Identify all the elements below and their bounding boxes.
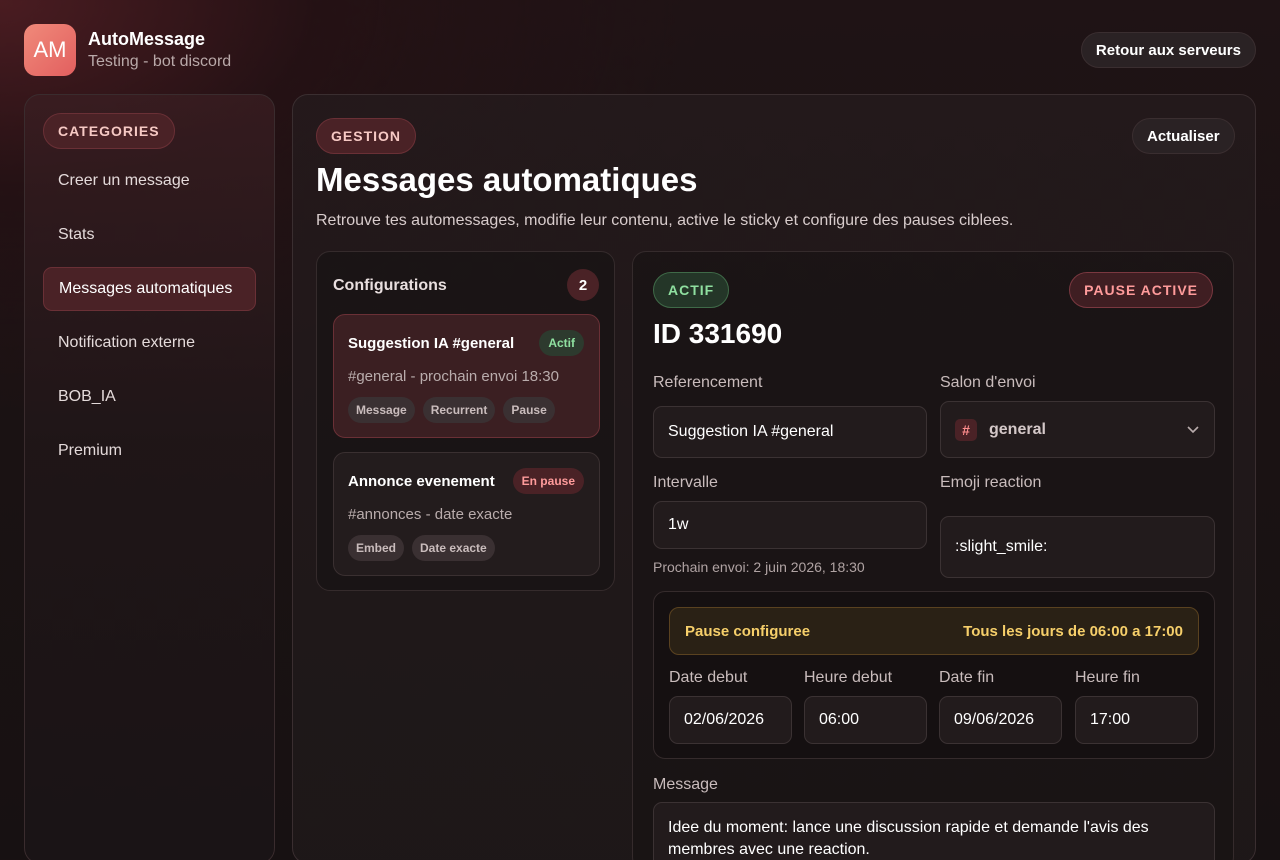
date-fin-label: Date fin	[939, 669, 995, 686]
referencement-input[interactable]: Suggestion IA #general	[653, 406, 927, 458]
heure-debut-input[interactable]: 06:00	[804, 696, 927, 744]
app-identity: AutoMessage Testing - bot discord	[88, 29, 231, 71]
categories-label: CATEGORIES	[43, 113, 175, 149]
sidebar-item-stats[interactable]: Stats	[43, 213, 256, 257]
intervalle-input[interactable]: 1w	[653, 501, 927, 549]
tag: Recurrent	[422, 397, 496, 423]
tag: Date exacte	[412, 535, 495, 561]
config-tags: Message Recurrent Pause	[348, 397, 555, 423]
config-item-suggestion-ia[interactable]: Suggestion IA #general Actif #general - …	[333, 314, 600, 438]
config-item-annonce-evenement[interactable]: Annonce evenement En pause #annonces - d…	[333, 452, 600, 576]
pause-banner: Pause configuree Tous les jours de 06:00…	[669, 607, 1199, 655]
refresh-button[interactable]: Actualiser	[1132, 118, 1235, 154]
salon-label: Salon d'envoi	[940, 374, 1036, 391]
config-id: ID 331690	[653, 318, 783, 349]
emoji-label: Emoji reaction	[940, 474, 1042, 491]
message-textarea[interactable]: Idee du moment: lance une discussion rap…	[653, 802, 1215, 860]
config-meta: #annonces - date exacte	[348, 506, 513, 523]
config-tags: Embed Date exacte	[348, 535, 495, 561]
sidebar-item-bob-ia[interactable]: BOB_IA	[43, 375, 256, 419]
config-name: Annonce evenement	[348, 473, 495, 490]
pause-config-box: Pause configuree Tous les jours de 06:00…	[653, 591, 1215, 759]
referencement-label: Referencement	[653, 374, 763, 391]
configurations-title: Configurations	[333, 277, 447, 294]
sidebar-item-creer-message[interactable]: Creer un message	[43, 159, 256, 203]
config-status-badge: En pause	[512, 468, 584, 494]
status-badge: ACTIF	[653, 272, 730, 308]
back-to-servers-button[interactable]: Retour aux serveurs	[1080, 32, 1256, 68]
date-debut-label: Date debut	[669, 669, 748, 686]
sidebar-item-premium[interactable]: Premium	[43, 429, 256, 473]
tag: Pause	[503, 397, 555, 423]
app-subtitle: Testing - bot discord	[88, 53, 232, 70]
heure-fin-input[interactable]: 17:00	[1075, 696, 1198, 744]
heure-fin-label: Heure fin	[1075, 669, 1140, 686]
chevron-down-icon	[1187, 426, 1199, 434]
tag: Message	[348, 397, 415, 423]
main-panel: GESTION Actualiser Messages automatiques…	[292, 94, 1256, 860]
message-label: Message	[653, 776, 718, 793]
pause-active-badge: PAUSE ACTIVE	[1069, 272, 1213, 308]
tag: Embed	[348, 535, 405, 561]
date-debut-input[interactable]: 02/06/2026	[669, 696, 792, 744]
configurations-count-badge: 2	[567, 269, 599, 301]
section-badge: GESTION	[316, 118, 417, 154]
sidebar-item-notification-externe[interactable]: Notification externe	[43, 321, 256, 365]
pause-schedule: Tous les jours de 06:00 a 17:00	[963, 622, 1183, 640]
app-logo: AM	[24, 24, 76, 76]
intervalle-label: Intervalle	[653, 474, 718, 491]
salon-value: general	[989, 420, 1046, 438]
configurations-list: Configurations 2 Suggestion IA #general …	[316, 251, 615, 591]
page-description: Retrouve tes automessages, modifie leur …	[316, 212, 1014, 229]
sidebar: CATEGORIES Creer un message Stats Messag…	[24, 94, 275, 860]
date-fin-input[interactable]: 09/06/2026	[939, 696, 1062, 744]
config-status-badge: Actif	[539, 330, 584, 356]
salon-select[interactable]: # general	[940, 401, 1215, 458]
page-title: Messages automatiques	[316, 161, 698, 198]
app-header: AM AutoMessage Testing - bot discord	[24, 24, 231, 76]
config-name: Suggestion IA #general	[348, 335, 515, 352]
heure-debut-label: Heure debut	[804, 669, 893, 686]
sidebar-item-messages-automatiques[interactable]: Messages automatiques	[43, 267, 256, 311]
next-send-hint: Prochain envoi: 2 juin 2026, 18:30	[653, 559, 865, 575]
channel-hash-icon: #	[955, 418, 977, 441]
config-detail-card: ACTIF PAUSE ACTIVE ID 331690 Referenceme…	[632, 251, 1234, 860]
pause-title: Pause configuree	[685, 622, 811, 640]
emoji-input[interactable]: :slight_smile:	[940, 516, 1215, 578]
config-meta: #general - prochain envoi 18:30	[348, 368, 559, 385]
app-name: AutoMessage	[88, 29, 206, 49]
